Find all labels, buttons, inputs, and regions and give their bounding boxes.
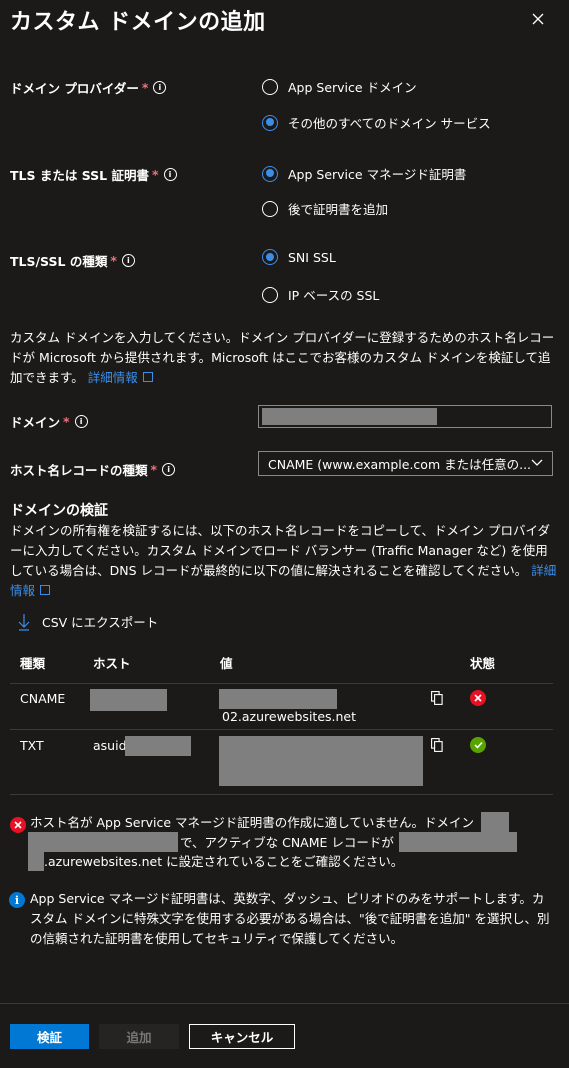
required-mark: * [110, 253, 117, 268]
redacted-value [219, 689, 337, 709]
radio-label: SNI SSL [288, 249, 336, 265]
domain-label-text: ドメイン [10, 415, 61, 430]
error-message-line2: で、アクティブな CNAME レコードが [180, 835, 394, 850]
redacted-domain [481, 812, 509, 832]
tls-label-text: TLS または SSL 証明書 [10, 168, 149, 183]
validate-button[interactable]: 検証 [10, 1024, 89, 1049]
redacted-host [125, 736, 191, 756]
info-icon[interactable]: i [163, 168, 177, 181]
error-icon [470, 690, 486, 706]
copy-icon[interactable] [431, 691, 443, 705]
required-mark: * [63, 414, 70, 429]
external-link-icon [142, 372, 153, 382]
radio-managed-certificate[interactable]: App Service マネージド証明書 [262, 164, 466, 183]
radio-label: 後で証明書を追加 [288, 202, 389, 217]
error-message-line3: .azurewebsites.net に設定されていることをご確認ください。 [44, 854, 404, 869]
redacted-value [399, 832, 517, 852]
provider-label-text: ドメイン プロバイダー [10, 81, 139, 96]
radio-app-service-domain[interactable]: App Service ドメイン [262, 77, 417, 96]
success-icon [470, 737, 486, 753]
close-icon[interactable] [527, 8, 549, 30]
record-type-label: ホスト名レコードの種類 * i [10, 460, 176, 479]
radio-button[interactable] [262, 165, 278, 182]
page-title: カスタム ドメインの追加 [10, 10, 266, 35]
export-csv-label: CSV にエクスポート [42, 615, 159, 630]
error-icon [10, 817, 26, 833]
row-txt-host: asuid [93, 738, 127, 753]
validation-paragraph: ドメインの所有権を検証するには、以下のホスト名レコードをコピーして、ドメイン プ… [10, 521, 558, 601]
radio-button[interactable] [262, 200, 278, 217]
info-icon[interactable]: i [121, 254, 135, 267]
redacted-value [28, 852, 44, 871]
required-mark: * [151, 167, 159, 182]
redacted-value [219, 736, 423, 786]
info-message: App Service マネージド証明書は、英数字、ダッシュ、ピリオドのみをサポ… [30, 891, 550, 946]
record-type-dropdown[interactable]: CNAME (www.example.com または任意の... [258, 451, 553, 476]
export-csv-button[interactable]: CSV にエクスポート [18, 612, 158, 631]
radio-button[interactable] [262, 249, 278, 265]
radio-label: その他のすべてのドメイン サービス [288, 116, 491, 131]
copy-icon[interactable] [431, 738, 443, 752]
validation-heading: ドメインの検証 [10, 503, 108, 519]
tls-label: TLS または SSL 証明書 * i [10, 165, 177, 184]
radio-label: IP ベースの SSL [288, 288, 380, 303]
domain-input[interactable] [258, 405, 552, 428]
radio-button[interactable] [262, 286, 278, 303]
divider [10, 794, 553, 795]
info-icon[interactable]: i [153, 81, 167, 94]
record-type-label-text: ホスト名レコードの種類 [10, 463, 148, 478]
required-mark: * [141, 80, 149, 95]
radio-ip-based-ssl[interactable]: IP ベースの SSL [262, 285, 379, 304]
provider-label: ドメイン プロバイダー * i [10, 78, 167, 97]
redacted-domain [28, 832, 178, 852]
redacted-host [90, 689, 167, 711]
column-header-value: 値 [220, 656, 233, 671]
radio-add-certificate-later[interactable]: 後で証明書を追加 [262, 199, 388, 218]
redacted-value [262, 408, 437, 425]
external-link-icon [40, 585, 51, 595]
row-cname-value: 02.azurewebsites.net [222, 709, 357, 724]
column-header-status: 状態 [470, 656, 496, 671]
chevron-down-icon [531, 459, 543, 466]
footer-divider [0, 1003, 569, 1004]
download-icon [18, 613, 30, 631]
column-header-host: ホスト [93, 656, 131, 671]
ssl-type-label: TLS/SSL の種類 * i [10, 251, 135, 270]
add-button[interactable]: 追加 [99, 1024, 179, 1049]
validation-text: ドメインの所有権を検証するには、以下のホスト名レコードをコピーして、ドメイン プ… [10, 523, 550, 578]
domain-label: ドメイン * i [10, 412, 88, 431]
radio-sni-ssl[interactable]: SNI SSL [262, 249, 336, 265]
divider [10, 729, 553, 730]
row-cname-type: CNAME [20, 691, 66, 706]
cancel-button[interactable]: キャンセル [189, 1024, 295, 1049]
row-txt-type: TXT [20, 738, 44, 753]
intro-paragraph: カスタム ドメインを入力してください。ドメイン プロバイダーに登録するためのホス… [10, 328, 558, 388]
radio-label: App Service ドメイン [288, 80, 417, 95]
error-message-line1: ホスト名が App Service マネージド証明書の作成に適していません。ドメ… [30, 815, 475, 830]
radio-label: App Service マネージド証明書 [288, 167, 467, 182]
radio-button[interactable] [262, 78, 278, 95]
learn-more-link[interactable]: 詳細情報 [88, 370, 138, 385]
radio-other-domain-services[interactable]: その他のすべてのドメイン サービス [262, 113, 491, 132]
divider [10, 683, 553, 684]
record-type-value: CNAME (www.example.com または任意の... [268, 457, 532, 472]
required-mark: * [150, 462, 158, 477]
ssl-type-label-text: TLS/SSL の種類 [10, 254, 108, 269]
info-icon: i [9, 892, 25, 908]
radio-button[interactable] [262, 114, 278, 131]
info-icon[interactable]: i [74, 415, 88, 428]
column-header-type: 種類 [20, 656, 46, 671]
info-icon[interactable]: i [162, 463, 176, 476]
